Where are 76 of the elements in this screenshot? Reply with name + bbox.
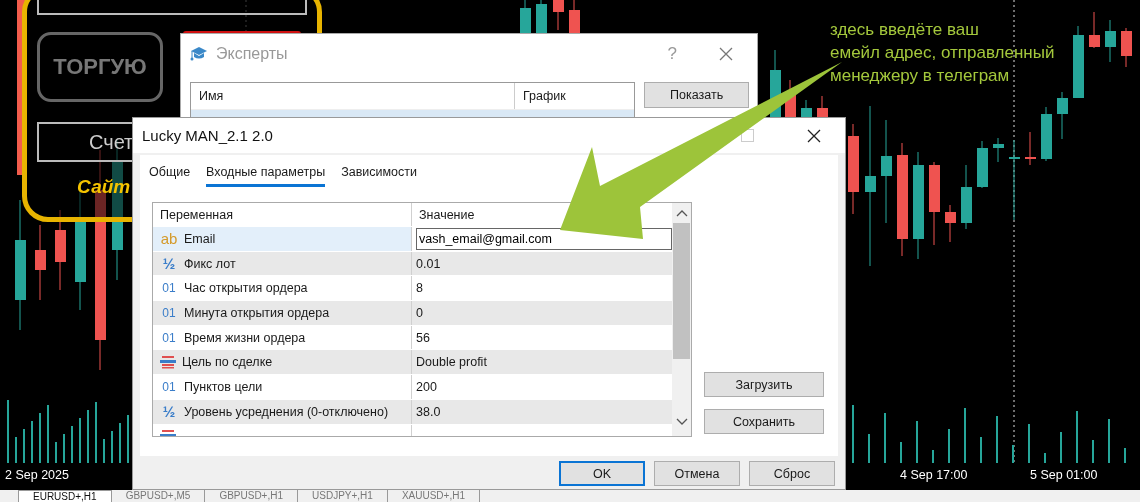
tab[interactable]: Общие [149, 165, 191, 184]
candle [1025, 131, 1036, 166]
scroll-down-icon[interactable] [675, 418, 688, 426]
type-icon: ab [160, 230, 178, 248]
side-button[interactable]: Сохранить [704, 409, 824, 434]
parameter-name: Фикс лот [184, 256, 236, 271]
parameter-name: Email [184, 231, 216, 246]
parameter-value: 0 [416, 305, 423, 320]
type-icon: ½ [160, 403, 178, 421]
table-cell[interactable]: Цель по сделке [153, 350, 412, 375]
account-label: Счет [89, 130, 134, 154]
type-icon: ½ [160, 255, 178, 273]
table-cell[interactable]: ½ Уровень усреднения (0-отключено) [153, 399, 412, 424]
table-cell[interactable]: 01 Минута открытия ордера [153, 301, 412, 325]
scroll-up-icon[interactable] [675, 209, 688, 217]
parameter-value: Double profit [416, 355, 487, 370]
dialog-button[interactable]: Отмена [654, 461, 740, 486]
candle [1089, 11, 1100, 49]
column-header[interactable]: Значение [412, 203, 672, 226]
parameter-value: 56 [416, 330, 430, 345]
table-cell[interactable]: ½ Фикс лот [153, 251, 412, 276]
time-label: 2 Sep 2025 [5, 468, 69, 482]
candle [1041, 106, 1052, 162]
list-icon [160, 355, 176, 370]
parameter-value: 8 [416, 281, 423, 296]
dialog-button[interactable]: Сброс [749, 461, 835, 486]
table-cell[interactable]: ab Email [153, 227, 412, 251]
graduation-cap-icon [190, 46, 208, 62]
parameter-name: Цель по сделке [182, 355, 273, 370]
site-label: Сайт [77, 176, 131, 198]
candle [1057, 91, 1068, 140]
window-title: Эксперты [216, 45, 288, 63]
candle [569, 0, 580, 34]
time-label: 5 Sep 01:00 [1030, 468, 1098, 482]
candle [801, 99, 812, 118]
candle [961, 164, 972, 230]
parameter-name: Минута открытия ордера [184, 305, 330, 320]
time-label: 4 Sep 17:00 [900, 468, 968, 482]
type-icon: 01 [160, 305, 178, 320]
parameter-name: Час открытия ордера [184, 281, 308, 296]
column-header[interactable]: Имя [191, 83, 515, 109]
trade-button[interactable]: ТОРГУЮ [37, 32, 163, 102]
type-icon: 01 [160, 330, 178, 345]
type-icon: 01 [160, 379, 178, 394]
tab[interactable]: Зависимости [341, 165, 417, 184]
candle [1121, 27, 1132, 68]
column-header[interactable]: Переменная [153, 203, 412, 226]
symbol-tab[interactable]: EURUSD+,H1 [18, 490, 112, 502]
table-cell[interactable]: 01 Пунктов цели [153, 375, 412, 399]
candle [945, 204, 956, 243]
tab[interactable]: Входные параметры [206, 165, 326, 187]
show-button[interactable]: Показать [644, 82, 749, 108]
annotation-text: здесь введёте ваш емейл адрес, отправленный менеджеру в телеграм [830, 19, 1055, 87]
parameter-name: Уровень усреднения (0-отключено) [184, 404, 389, 419]
candle [1105, 19, 1116, 63]
parameter-value: 0.01 [416, 256, 441, 271]
candle [553, 0, 564, 31]
close-icon[interactable] [807, 128, 821, 143]
scrollbar[interactable] [672, 203, 691, 436]
table-cell[interactable]: 01 Время жизни ордера [153, 325, 412, 350]
scroll-thumb[interactable] [673, 223, 690, 359]
parameter-value: 200 [416, 379, 437, 394]
type-icon: 01 [160, 281, 178, 296]
parameter-value: 38.0 [416, 404, 441, 419]
side-button[interactable]: Загрузить [704, 372, 824, 397]
parameter-name: Время жизни ордера [184, 330, 306, 345]
candle [993, 137, 1004, 163]
column-header[interactable]: График [515, 89, 566, 103]
candle [520, 0, 531, 34]
candle [977, 140, 988, 189]
table-cell[interactable]: 01 Час открытия ордера [153, 276, 412, 301]
candle [817, 95, 828, 118]
window-title: Lucky MAN_2.1 2.0 [142, 127, 273, 144]
parameter-name: Пунктов цели [184, 379, 263, 394]
dialog-button[interactable]: OK [559, 461, 645, 486]
candle [536, 0, 547, 34]
